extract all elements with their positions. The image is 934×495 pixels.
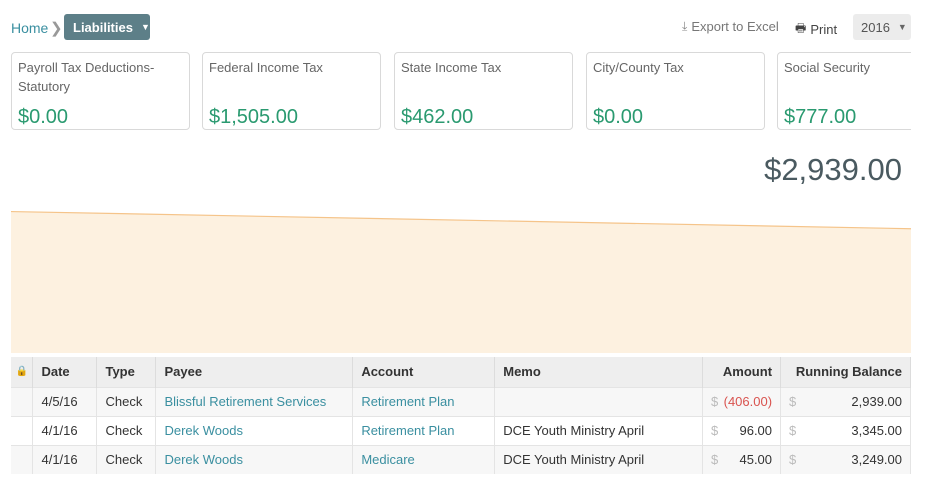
print-button[interactable]: 🖶 Print	[795, 19, 837, 40]
cell-payee-link[interactable]: Derek Woods	[155, 444, 354, 474]
cell-type: Check	[96, 444, 157, 474]
table-row[interactable]: 4/5/16 Check Blissful Retirement Service…	[11, 386, 911, 416]
cell-account-link[interactable]: Medicare	[352, 444, 496, 474]
card-federal-income-tax[interactable]: Federal Income Tax $1,505.00	[202, 52, 381, 130]
cell-memo: DCE Youth Ministry April	[494, 415, 704, 445]
cell-balance: $2,939.00	[780, 386, 911, 416]
liabilities-dropdown-button[interactable]: Liabilities ▼	[64, 14, 150, 40]
cell-balance: $3,249.00	[780, 444, 911, 474]
liabilities-label: Liabilities	[73, 19, 133, 35]
transactions-table: 🔒 Date Type Payee Account Memo Amount Ru…	[11, 357, 911, 474]
area-fill	[11, 211, 911, 353]
card-value: $0.00	[18, 106, 69, 128]
balance-area-chart	[11, 210, 911, 353]
printer-icon: 🖶	[795, 21, 807, 35]
col-amount[interactable]: Amount	[702, 357, 782, 387]
cell-memo	[494, 386, 704, 416]
cell-date: 4/1/16	[32, 415, 98, 445]
card-state-income-tax[interactable]: State Income Tax $462.00	[394, 52, 573, 130]
cell-account-link[interactable]: Retirement Plan	[352, 415, 496, 445]
export-label: Export to Excel	[691, 19, 779, 34]
cell-date: 4/5/16	[32, 386, 98, 416]
breadcrumb-home-link[interactable]: Home	[11, 20, 48, 36]
card-label: Federal Income Tax	[209, 60, 323, 75]
lock-icon[interactable]: 🔒	[11, 357, 34, 387]
col-running-balance[interactable]: Running Balance	[780, 357, 911, 387]
cell-balance: $3,345.00	[780, 415, 911, 445]
card-payroll-tax[interactable]: Payroll Tax Deductions-Statutory $0.00	[11, 52, 190, 130]
cell-type: Check	[96, 415, 157, 445]
caret-down-icon: ▼	[140, 22, 150, 32]
year-select[interactable]: 2016 ▼	[853, 14, 911, 40]
card-label: City/County Tax	[593, 60, 684, 75]
card-value: $1,505.00	[209, 106, 298, 128]
col-memo[interactable]: Memo	[494, 357, 704, 387]
cell-memo: DCE Youth Ministry April	[494, 444, 704, 474]
export-to-excel-button[interactable]: ⤓ Export to Excel	[682, 19, 779, 34]
col-account[interactable]: Account	[352, 357, 496, 387]
col-date[interactable]: Date	[32, 357, 98, 387]
col-payee[interactable]: Payee	[155, 357, 354, 387]
cell-amount: $ (406.00)	[702, 386, 782, 416]
cell-payee-link[interactable]: Blissful Retirement Services	[155, 386, 354, 416]
card-value: $462.00	[401, 106, 474, 128]
card-social-security[interactable]: Social Security $777.00	[777, 52, 911, 130]
card-label: State Income Tax	[401, 60, 502, 75]
cell-amount: $96.00	[702, 415, 782, 445]
cell-type: Check	[96, 386, 157, 416]
card-label: Social Security	[784, 60, 870, 75]
table-row[interactable]: 4/1/16 Check Derek Woods Retirement Plan…	[11, 415, 911, 445]
card-label: Payroll Tax Deductions-Statutory	[18, 60, 155, 94]
card-city-county-tax[interactable]: City/County Tax $0.00	[586, 52, 765, 130]
summary-cards: Payroll Tax Deductions-Statutory $0.00 F…	[11, 52, 911, 130]
col-type[interactable]: Type	[96, 357, 157, 387]
total-balance: $2,939.00	[764, 152, 902, 187]
cell-amount: $45.00	[702, 444, 782, 474]
top-bar: Home ❯ Liabilities ▼ ⤓ Export to Excel 🖶…	[0, 0, 934, 52]
print-label: Print	[810, 22, 838, 37]
caret-down-icon: ▼	[897, 22, 907, 32]
card-value: $777.00	[784, 106, 857, 128]
chevron-right-icon: ❯	[50, 20, 63, 37]
year-value: 2016	[861, 19, 890, 35]
cell-account-link[interactable]: Retirement Plan	[352, 386, 496, 416]
download-icon: ⤓	[682, 19, 688, 33]
cell-date: 4/1/16	[32, 444, 98, 474]
table-row[interactable]: 4/1/16 Check Derek Woods Medicare DCE Yo…	[11, 444, 911, 474]
table-header-row: 🔒 Date Type Payee Account Memo Amount Ru…	[11, 357, 911, 387]
card-value: $0.00	[593, 106, 644, 128]
cell-payee-link[interactable]: Derek Woods	[155, 415, 354, 445]
